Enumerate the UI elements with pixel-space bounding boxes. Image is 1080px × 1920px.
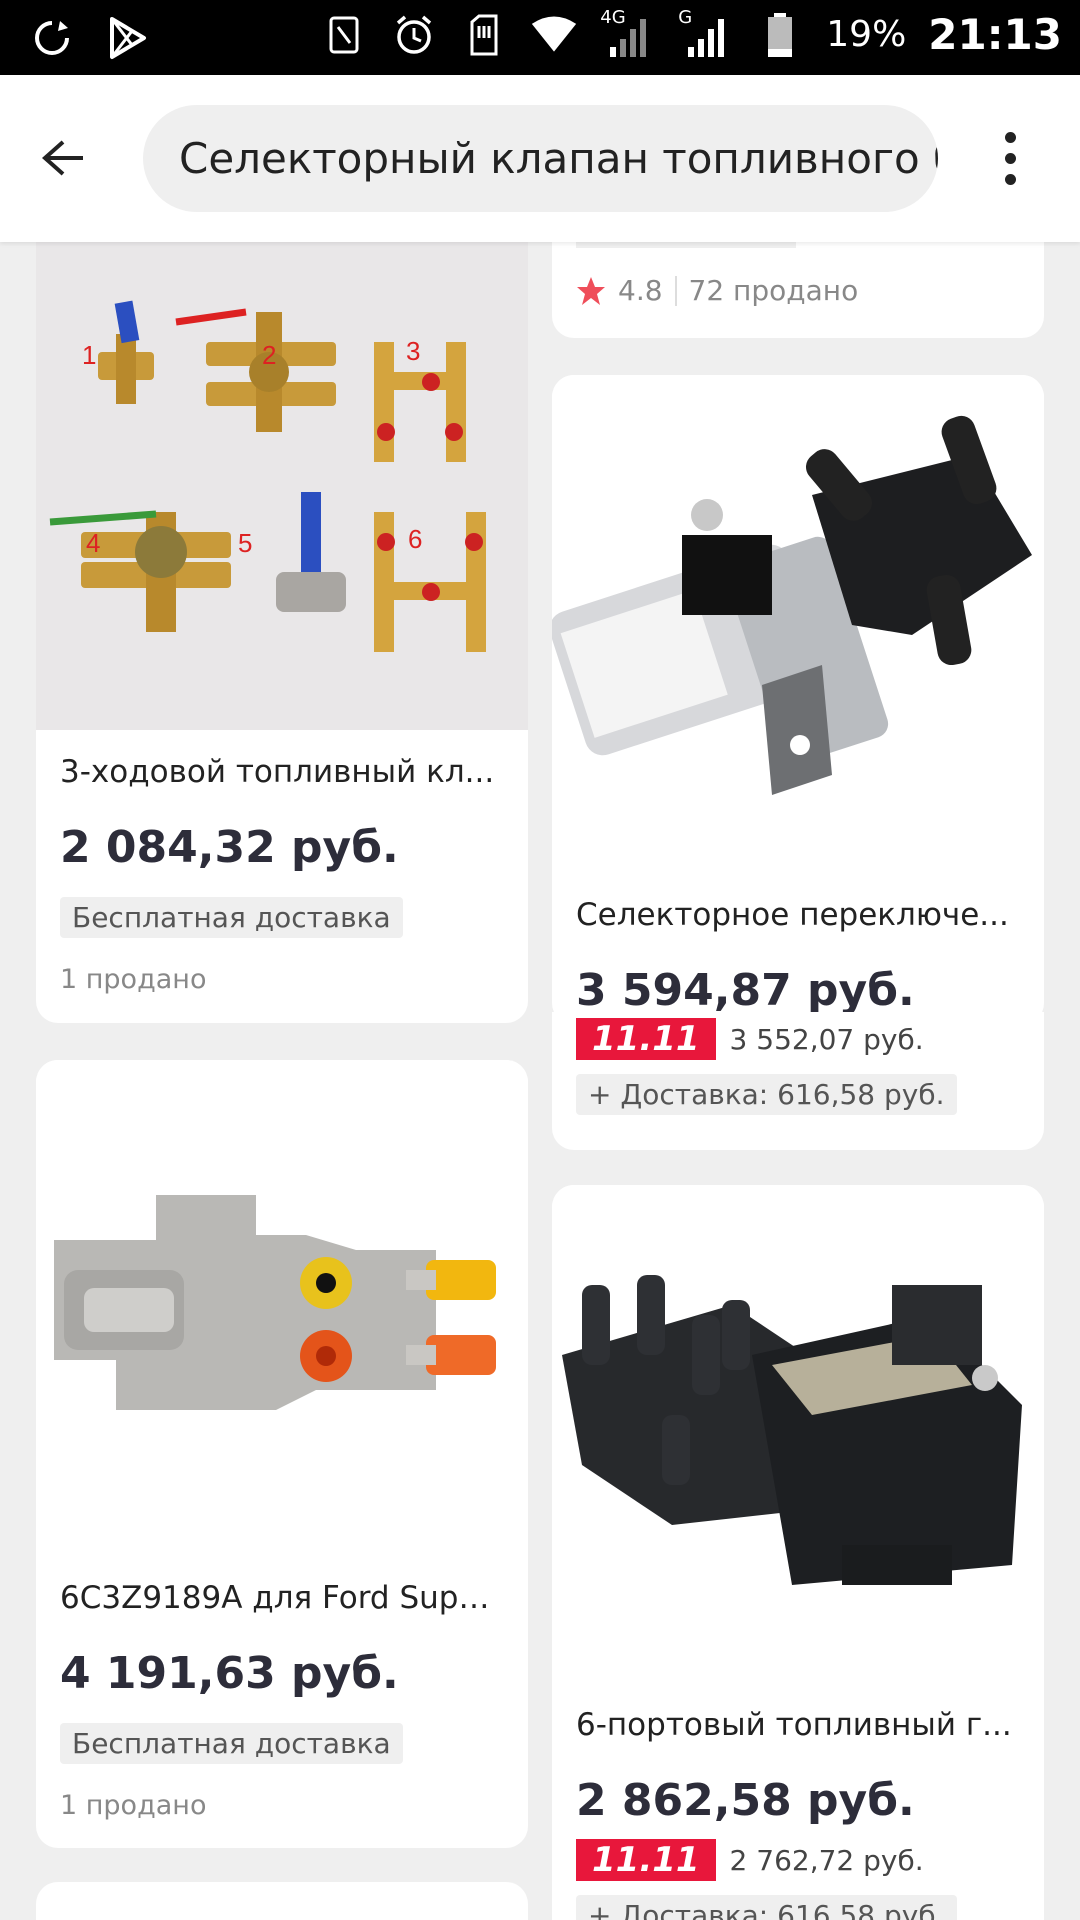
more-dot-icon	[1004, 131, 1016, 143]
product-card[interactable]: Селекторное переключе... 3 594,87 руб.	[552, 375, 1044, 1025]
valve-4	[49, 510, 231, 632]
product-price: 2 862,58 руб.	[576, 1775, 915, 1826]
product-image: 1 2 3 4 5 6	[36, 242, 528, 730]
network-type-label-2: G	[678, 6, 693, 28]
promo-tag: 11.11	[576, 1839, 716, 1881]
svg-text:2: 2	[262, 340, 276, 370]
network-type-label: 4G	[600, 6, 626, 28]
valve-6	[374, 512, 486, 652]
more-options-button[interactable]	[980, 125, 1040, 191]
product-title[interactable]: Селекторное переключе...	[576, 897, 1020, 933]
product-price: 4 191,63 руб.	[60, 1648, 399, 1699]
svg-text:5: 5	[238, 528, 252, 558]
product-card[interactable]: 1 2 3 4 5 6 3-ходовой топливный кл... 2 084,…	[36, 242, 528, 1023]
svg-text:6: 6	[408, 524, 422, 554]
product-title[interactable]: 3-ходовой топливный кл...	[60, 754, 504, 790]
battery-percent: 19%	[826, 14, 907, 55]
promo-price: 2 762,72 руб.	[729, 1843, 924, 1877]
more-dot-icon	[1004, 173, 1016, 185]
product-price: 2 084,32 руб.	[60, 822, 399, 873]
valve-1	[98, 300, 154, 404]
product-image	[36, 1060, 528, 1560]
signal-g-icon: G	[678, 7, 734, 59]
sim-icon	[460, 11, 508, 59]
search-header: Селекторный клапан топливного бак	[0, 75, 1080, 242]
search-input[interactable]: Селекторный клапан топливного бак	[143, 105, 938, 212]
product-card[interactable]: 6C3Z9189A для Ford Supe... 4 191,63 руб.…	[36, 1060, 528, 1848]
wifi-icon	[530, 11, 578, 59]
product-card-extension[interactable]: 11.11 3 552,07 руб. + Доставка: 616,58 р…	[552, 1012, 1044, 1150]
valve-5	[276, 492, 346, 612]
sync-icon	[28, 14, 76, 62]
product-title[interactable]: 6-портовый топливный г...	[576, 1707, 1020, 1743]
delivery-badge: Бесплатная доставка	[60, 1723, 403, 1764]
clock: 21:13	[928, 10, 1062, 59]
delivery-badge: + Доставка: 616,58 руб.	[576, 1074, 957, 1115]
sold-count: 72 продано	[688, 274, 859, 307]
play-store-icon	[104, 14, 152, 62]
status-bar: 4G G 19% 21:13	[0, 0, 1080, 75]
nfc-icon	[320, 11, 368, 59]
sold-count: 1 продано	[60, 1790, 207, 1821]
star-icon	[577, 276, 605, 305]
arrow-left-icon	[41, 140, 83, 176]
divider	[674, 275, 677, 306]
delivery-badge: Бесплатная доставка	[60, 897, 403, 938]
back-button[interactable]	[30, 125, 96, 191]
rating-row: 4.8 72 продано	[576, 274, 858, 307]
product-image	[552, 375, 1044, 863]
product-card[interactable]: 6-портовый топливный г... 2 862,58 руб. …	[552, 1185, 1044, 1920]
promo-price: 3 552,07 руб.	[729, 1022, 924, 1056]
product-price: 3 594,87 руб.	[576, 965, 915, 1016]
rating-value: 4.8	[618, 274, 663, 307]
promo-row: 11.11 2 762,72 руб.	[576, 1839, 924, 1881]
svg-text:1: 1	[82, 340, 96, 370]
sold-count: 1 продано	[60, 964, 207, 995]
delivery-badge-partial	[576, 242, 796, 248]
product-title[interactable]: 6C3Z9189A для Ford Supe...	[60, 1580, 504, 1616]
promo-row: 11.11 3 552,07 руб.	[576, 1018, 924, 1060]
signal-4g-icon: 4G	[600, 7, 656, 59]
product-card[interactable]: 4.8 72 продано	[552, 242, 1044, 338]
svg-text:3: 3	[406, 336, 420, 366]
product-card[interactable]	[36, 1882, 528, 1920]
product-image	[552, 1185, 1044, 1685]
valve-2	[175, 308, 336, 432]
alarm-icon	[390, 11, 438, 59]
search-query: Селекторный клапан топливного бак	[179, 134, 938, 183]
svg-text:4: 4	[86, 528, 100, 558]
delivery-badge: + Доставка: 616,58 руб.	[576, 1895, 957, 1920]
battery-icon	[756, 11, 804, 59]
product-feed[interactable]: 1 2 3 4 5 6 3-ходовой топливный кл... 2 084,…	[0, 242, 1080, 1920]
promo-tag: 11.11	[576, 1018, 716, 1060]
more-dot-icon	[1004, 152, 1016, 164]
